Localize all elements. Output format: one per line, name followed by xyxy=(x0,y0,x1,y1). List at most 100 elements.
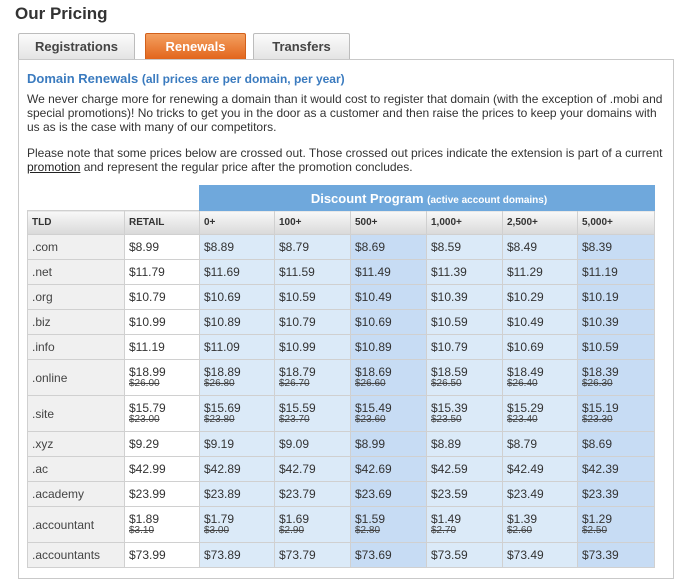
discount-price-cell: $15.39 $23.50 xyxy=(426,395,503,432)
discount-price-cell: $10.59 xyxy=(577,334,655,360)
discount-price-cell: $18.69 $26.60 xyxy=(350,359,427,396)
promo-note-after: and represent the regular price after th… xyxy=(80,160,413,174)
regular-price-crossed: $26.70 xyxy=(279,378,310,389)
tld-cell: .accountant xyxy=(27,506,125,543)
regular-price-crossed: $2.80 xyxy=(355,525,381,536)
discount-price-cell: $10.69 xyxy=(350,309,427,335)
table-row: .xyz $9.29 $9.19 $9.09 $8.99 $8.89 $8.79 $8.69 xyxy=(27,431,655,457)
tld-cell: .org xyxy=(27,284,125,310)
retail-price-cell: $11.79 xyxy=(124,259,200,285)
discount-price-cell: $10.19 xyxy=(577,284,655,310)
discount-price-cell: $15.49 $23.60 xyxy=(350,395,427,432)
discount-price-cell: $15.59 $23.70 xyxy=(274,395,351,432)
discount-price-cell: $18.89 $26.80 xyxy=(199,359,275,396)
discount-price-cell: $23.49 xyxy=(502,481,578,507)
table-row: .ac $42.99 $42.89 $42.79 $42.69 $42.59 $42.49 $… xyxy=(27,456,655,482)
price-value: $23.89 xyxy=(204,486,241,501)
price-value: $10.19 xyxy=(582,289,619,304)
discount-price-cell: $73.79 xyxy=(274,542,351,568)
price-value: $10.79 xyxy=(279,314,316,329)
price-value: $10.49 xyxy=(355,289,392,304)
regular-price-crossed: $26.50 xyxy=(431,378,462,389)
price-value: $23.99 xyxy=(129,486,166,501)
price-value: $10.49 xyxy=(507,314,544,329)
discount-price-cell: $42.69 xyxy=(350,456,427,482)
price-value: $8.69 xyxy=(355,239,386,254)
price-value: $10.29 xyxy=(507,289,544,304)
table-row: .org $10.79 $10.69 $10.59 $10.49 $10.39 $10.29… xyxy=(27,284,655,310)
price-value: $8.79 xyxy=(279,239,310,254)
discount-price-cell: $23.79 xyxy=(274,481,351,507)
tld-cell: .accountants xyxy=(27,542,125,568)
discount-price-cell: $1.49 $2.70 xyxy=(426,506,503,543)
regular-price-crossed: $23.40 xyxy=(507,414,538,425)
discount-price-cell: $8.79 xyxy=(502,431,578,457)
price-value: $9.09 xyxy=(279,436,310,451)
regular-price-crossed: $2.60 xyxy=(507,525,533,536)
discount-price-cell: $10.69 xyxy=(502,334,578,360)
discount-price-cell: $18.39 $26.30 xyxy=(577,359,655,396)
renewal-price-table: Discount Program (active account domains… xyxy=(27,185,655,568)
discount-price-cell: $9.09 xyxy=(274,431,351,457)
retail-price-cell: $1.89 $3.10 xyxy=(124,506,200,543)
tld-cell: .info xyxy=(27,334,125,360)
section-subtitle: (all prices are per domain, per year) xyxy=(141,72,345,86)
price-value: $73.59 xyxy=(431,547,468,562)
discount-price-cell: $10.79 xyxy=(274,309,351,335)
column-header-5000: 5,000+ xyxy=(577,210,655,235)
price-value: $23.59 xyxy=(431,486,468,501)
discount-price-cell: $11.49 xyxy=(350,259,427,285)
discount-price-cell: $1.29 $2.50 xyxy=(577,506,655,543)
retail-price-cell: $9.29 xyxy=(124,431,200,457)
price-value: $10.79 xyxy=(431,339,468,354)
discount-program-subtitle: (active account domains) xyxy=(427,194,548,206)
discount-price-cell: $18.49 $26.40 xyxy=(502,359,578,396)
tld-cell: .ac xyxy=(27,456,125,482)
tab-transfers[interactable]: Transfers xyxy=(253,33,350,59)
discount-price-cell: $10.49 xyxy=(502,309,578,335)
tld-cell: .biz xyxy=(27,309,125,335)
discount-price-cell: $10.39 xyxy=(577,309,655,335)
table-row: .net $11.79 $11.69 $11.59 $11.49 $11.39 $11.29… xyxy=(27,259,655,285)
tab-registrations[interactable]: Registrations xyxy=(18,33,135,59)
price-value: $8.79 xyxy=(507,436,538,451)
price-value: $9.19 xyxy=(204,436,235,451)
discount-price-cell: $18.59 $26.50 xyxy=(426,359,503,396)
discount-price-cell: $10.29 xyxy=(502,284,578,310)
page-title: Our Pricing xyxy=(15,4,108,23)
retail-price-cell: $18.99 $26.00 xyxy=(124,359,200,396)
discount-price-cell: $1.69 $2.90 xyxy=(274,506,351,543)
tld-cell: .online xyxy=(27,359,125,396)
price-value: $42.79 xyxy=(279,461,316,476)
promotion-link[interactable]: promotion xyxy=(27,160,80,174)
price-value: $23.69 xyxy=(355,486,392,501)
price-value: $11.09 xyxy=(204,339,240,354)
price-value: $10.69 xyxy=(355,314,392,329)
regular-price-crossed: $2.90 xyxy=(279,525,305,536)
regular-price-crossed: $26.60 xyxy=(355,378,386,389)
regular-price-crossed: $23.80 xyxy=(204,414,235,425)
price-value: $8.89 xyxy=(431,436,462,451)
price-value: $11.39 xyxy=(431,264,467,279)
discount-price-cell: $18.79 $26.70 xyxy=(274,359,351,396)
regular-price-crossed: $23.70 xyxy=(279,414,310,425)
tld-cell: .site xyxy=(27,395,125,432)
price-value: $8.89 xyxy=(204,239,235,254)
discount-price-cell: $8.49 xyxy=(502,234,578,260)
discount-price-cell: $10.49 xyxy=(350,284,427,310)
discount-price-cell: $73.89 xyxy=(199,542,275,568)
table-row: .online $18.99 $26.00 $18.89 $26.80 $18.79 $26… xyxy=(27,359,655,396)
tab-renewals[interactable]: Renewals xyxy=(145,33,246,59)
discount-price-cell: $10.89 xyxy=(199,309,275,335)
discount-price-cell: $10.59 xyxy=(274,284,351,310)
discount-price-cell: $10.99 xyxy=(274,334,351,360)
table-row: .accountant $1.89 $3.10 $1.79 $3.00 $1.69 $2.9… xyxy=(27,506,655,543)
price-value: $10.79 xyxy=(129,289,166,304)
price-value: $10.99 xyxy=(129,314,166,329)
discount-price-cell: $10.39 xyxy=(426,284,503,310)
retail-price-cell: $8.99 xyxy=(124,234,200,260)
column-header-1000: 1,000+ xyxy=(426,210,503,235)
regular-price-crossed: $26.30 xyxy=(582,378,613,389)
discount-price-cell: $73.59 xyxy=(426,542,503,568)
price-value: $11.79 xyxy=(129,264,165,279)
